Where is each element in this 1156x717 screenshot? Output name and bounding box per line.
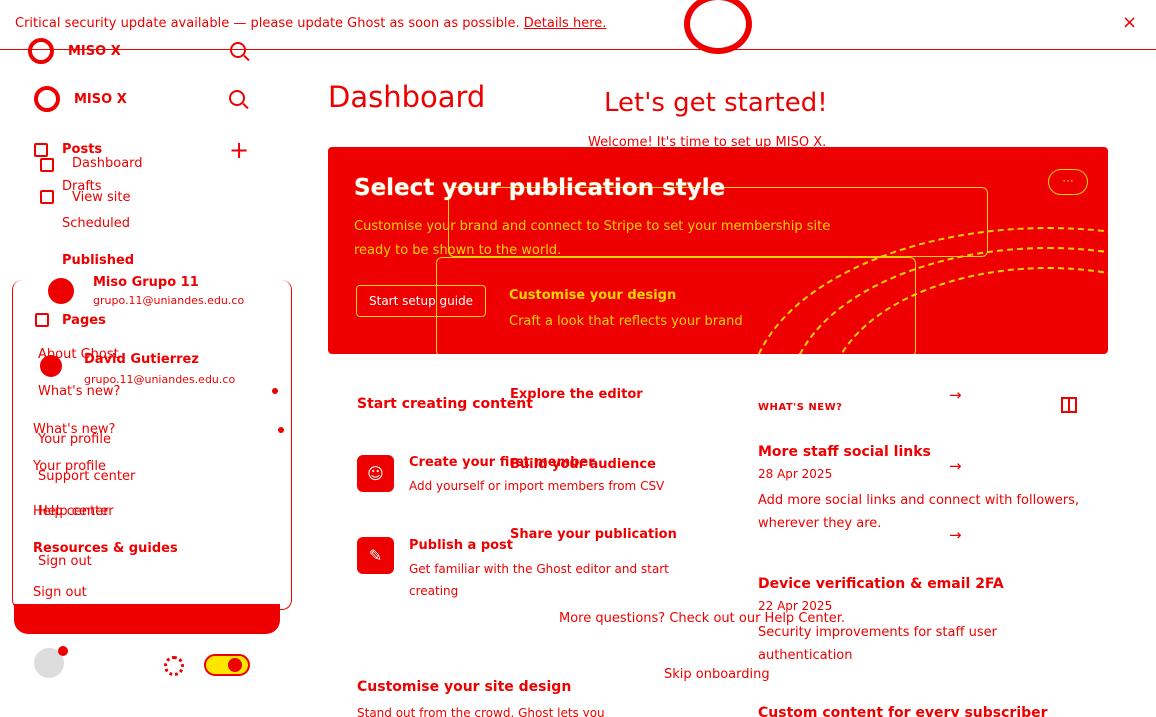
edit-icon: ✎ [357,537,394,574]
whats-new-label: WHAT'S NEW? [758,402,843,413]
search-icon[interactable] [230,42,246,58]
build-audience[interactable]: Build your audience [510,457,656,472]
user-menu [12,280,292,610]
members-icon: ☺ [357,455,394,492]
news-title[interactable]: Custom content for every subscriber [758,705,1048,717]
publish-post-desc: Get familiar with the Ghost editor and s… [409,562,669,598]
customise-design-card[interactable]: Customise your design Craft a look that … [436,257,916,354]
publication-style-card: Select your publication style Customise … [328,147,1108,354]
banner-close-icon[interactable]: × [1122,12,1137,33]
menu-sign-out[interactable]: Sign out [33,585,87,600]
brand-logo-icon [28,38,54,64]
arrow-right-icon[interactable]: → [949,386,962,404]
dashboard-icon [40,158,54,172]
news-title[interactable]: More staff social links [758,444,931,460]
user-avatar[interactable] [34,646,68,678]
brand-logo-icon [34,86,60,112]
news-date: 28 Apr 2025 [758,467,833,481]
card-desc: Craft a look that reflects your brand [509,314,743,329]
menu-whats-new[interactable]: What's new? [33,422,115,437]
start-creating-title: Start creating content [357,396,533,412]
publish-post-title[interactable]: Publish a post [409,538,513,553]
arrow-right-icon[interactable]: → [949,457,962,475]
notification-dot [278,427,284,433]
posts-icon [34,143,48,157]
sidebar: MISO X MISO X Posts + Dashboard Drafts V… [0,0,300,717]
sidebar-item-published[interactable]: Published [62,253,134,268]
news-body: Add more social links and connect with f… [758,493,1080,531]
brand[interactable]: MISO X [34,86,127,112]
sidebar-item-dashboard[interactable]: Dashboard [72,156,143,171]
avatar-badge [58,646,68,656]
sidebar-item-scheduled[interactable]: Scheduled [62,216,130,231]
customise-desc: Stand out from the crowd. Ghost lets you [357,706,605,717]
lets-get-started: Let's get started! [604,88,828,118]
more-options-icon[interactable]: ··· [1048,169,1088,195]
customise-title: Customise your site design [357,679,572,695]
settings-gear-icon[interactable] [164,656,184,676]
help-center-text[interactable]: More questions? Check out our Help Cente… [559,611,845,626]
brand-top[interactable]: MISO X [28,38,121,64]
explore-editor[interactable]: Explore the editor [510,387,643,402]
news-title[interactable]: Device verification & email 2FA [758,576,1004,592]
create-member-desc: Add yourself or import members from CSV [409,479,665,493]
menu-help-center[interactable]: Help center [33,504,109,519]
banner-details-link[interactable]: Details here. [524,16,607,31]
share-publication[interactable]: Share your publication [510,527,677,542]
sidebar-item-view-site[interactable]: View site [72,190,130,205]
menu-resources[interactable]: Resources & guides [33,541,178,556]
card-title: Customise your design [509,288,677,303]
view-site-icon [40,190,54,204]
skip-onboarding-button[interactable]: Skip onboarding [664,667,770,682]
brand-name: MISO X [74,91,127,107]
search-icon[interactable] [229,90,245,106]
toggle-knob [228,658,242,672]
menu-shadow [14,604,280,634]
brand-name: MISO X [68,43,121,59]
hero-title: Select your publication style [354,175,726,201]
dark-mode-toggle[interactable] [204,654,250,676]
menu-your-profile[interactable]: Your profile [33,459,106,474]
start-setup-button[interactable]: Start setup guide [356,285,486,317]
sidebar-item-posts[interactable]: Posts [62,142,102,157]
new-post-icon[interactable]: + [229,138,249,162]
gift-icon [1061,397,1077,413]
page-title: Dashboard [328,80,486,114]
hero-description: Customise your brand and connect to Stri… [354,219,831,258]
news-body: Security improvements for staff user aut… [758,625,997,663]
